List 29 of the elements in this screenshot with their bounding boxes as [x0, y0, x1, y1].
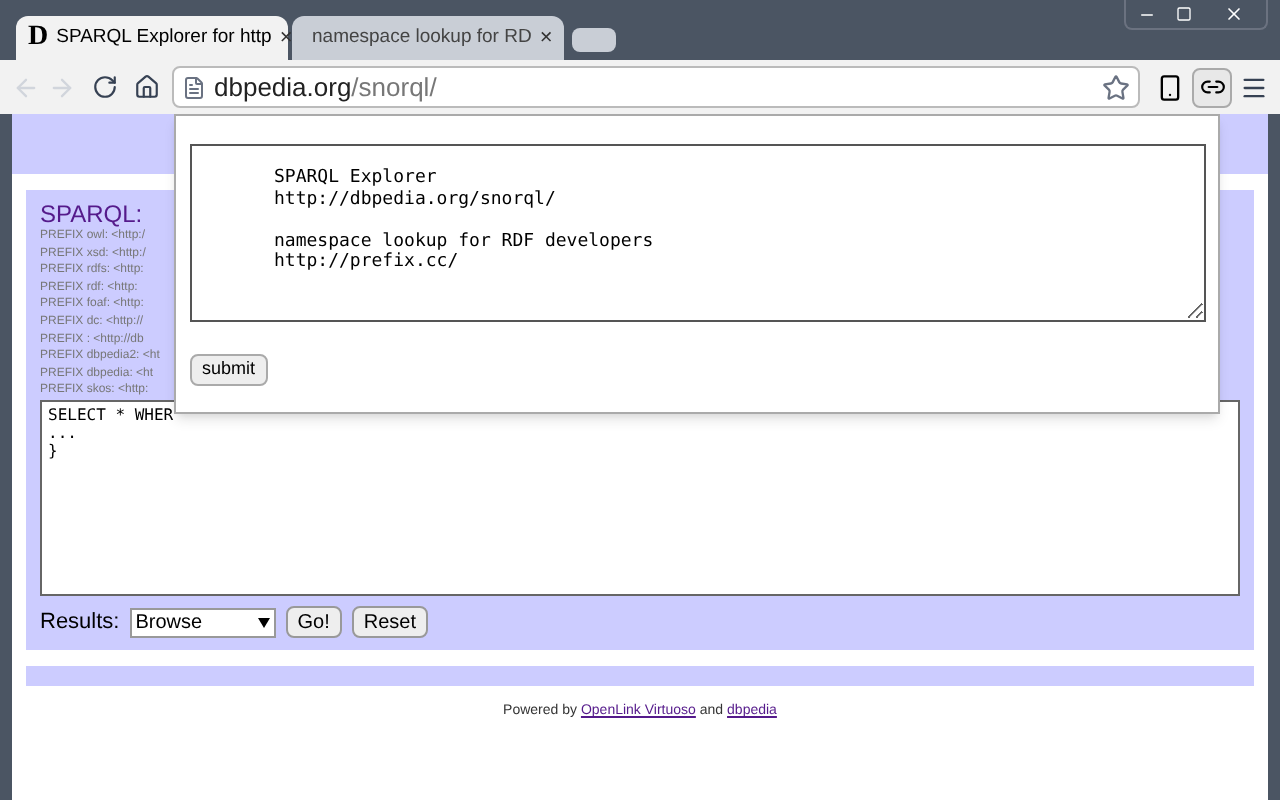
reload-icon[interactable] [92, 74, 118, 100]
query-line: } [48, 441, 58, 460]
tab-close-button[interactable]: × [539, 21, 553, 55]
form-button[interactable]: Go! [285, 606, 342, 639]
caret-icon [257, 617, 270, 628]
browser-tab[interactable]: namespace lookup for RD × [292, 16, 564, 60]
tab-title: namespace lookup for RD [312, 23, 532, 52]
query-line: ... [48, 423, 77, 442]
extension-button[interactable] [1192, 67, 1232, 107]
address-bar[interactable]: dbpedia.org/snorql/ [172, 66, 1140, 108]
maximize-icon[interactable] [1176, 6, 1192, 22]
url-text: dbpedia.org/snorql/ [214, 69, 437, 106]
tab-title: SPARQL Explorer for http [56, 23, 272, 52]
new-tab-button[interactable] [572, 28, 616, 52]
query-field[interactable]: SELECT * WHER ... } [40, 399, 1240, 596]
results-dropdown[interactable]: Browse [129, 607, 276, 638]
submit-button[interactable]: submit [190, 354, 268, 386]
phone-icon[interactable] [1156, 73, 1184, 101]
form-button[interactable]: Reset [351, 606, 428, 639]
tab-favicon: D [28, 24, 49, 52]
query-line: SELECT * WHER [48, 405, 174, 424]
results-label: Results: [40, 607, 120, 638]
page-icon [182, 75, 206, 99]
close-icon[interactable] [1224, 4, 1244, 24]
home-icon[interactable] [134, 74, 160, 100]
star-icon[interactable] [1102, 73, 1130, 101]
notes-field[interactable]: SPARQL Explorer http://dbpedia.org/snorql/ namespace lookup for RDF developers http://prefix.cc/ [190, 144, 1206, 322]
sparql-heading: SPARQL: [40, 200, 145, 228]
menu-icon[interactable] [1240, 73, 1268, 101]
